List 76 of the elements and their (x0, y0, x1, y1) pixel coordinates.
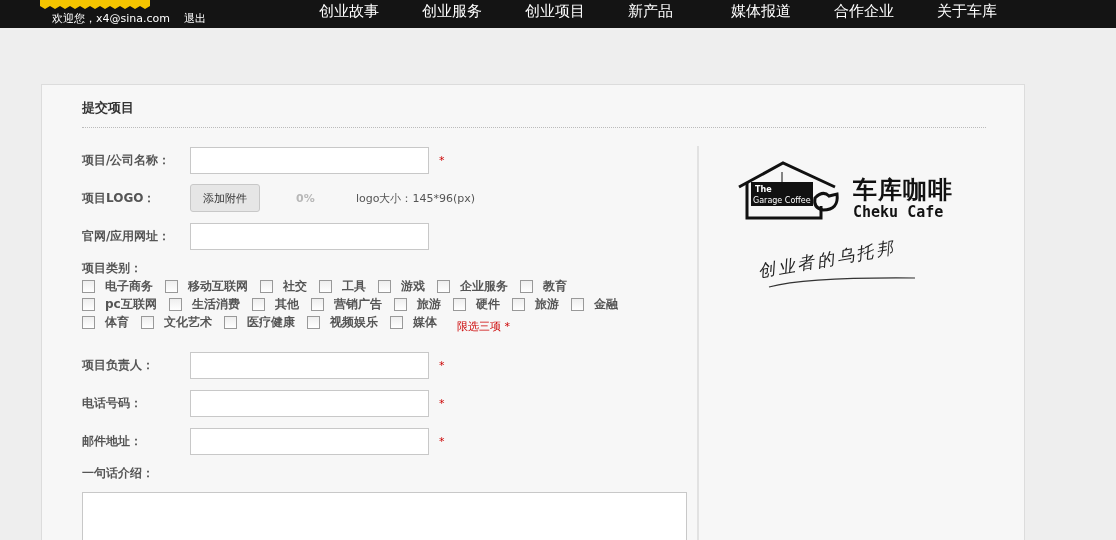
text-input-field[interactable] (190, 427, 429, 455)
field-label: 项目负责人： (82, 356, 155, 374)
checkbox[interactable] (520, 279, 533, 293)
checkbox-label: 游戏 (401, 277, 425, 295)
checkbox-label: 电子商务 (105, 277, 153, 295)
field-label: 一句话介绍： (82, 465, 155, 482)
field-label: 邮件地址： (82, 432, 143, 450)
nav-link[interactable]: 创业服务 (422, 0, 525, 28)
checkbox-label: 媒体 (413, 313, 437, 331)
field-label: 项目类别： (82, 260, 143, 277)
checkbox-label: 金融 (593, 295, 618, 313)
checkbox[interactable] (393, 297, 407, 311)
checkbox[interactable] (437, 279, 450, 293)
form-title: 提交项目 (82, 99, 986, 128)
checkbox-label: 教育 (543, 277, 567, 295)
text-input-field[interactable] (190, 146, 429, 174)
required-mark: * (439, 153, 445, 167)
checkbox[interactable] (511, 297, 525, 311)
checkbox[interactable] (224, 315, 237, 329)
text-input-field[interactable] (190, 222, 429, 250)
upload-progress-text: 0% (296, 191, 316, 205)
required-mark: * (439, 434, 445, 448)
checkbox[interactable] (310, 297, 324, 311)
nav-link[interactable]: 媒体报道 (731, 0, 834, 28)
field-label: 官网/应用网址： (82, 227, 172, 245)
checkbox[interactable] (141, 315, 154, 329)
checkbox-label: 旅游 (534, 295, 559, 313)
checkbox-label: 工具 (342, 277, 366, 295)
checkbox-label: 体育 (105, 313, 129, 331)
limit-note: 限选三项 * (457, 318, 510, 334)
brand-name: 车库咖啡 (853, 176, 953, 204)
checkbox-label: 医疗健康 (247, 313, 295, 331)
field-label: 项目LOGO： (82, 189, 157, 207)
add-attachment-button[interactable]: 添加附件 (190, 184, 260, 212)
checkbox-label: 生活消费 (191, 295, 240, 313)
checkbox[interactable] (251, 297, 265, 311)
logout-link[interactable]: 退出 (184, 11, 206, 27)
brand-slogan: 创业者的乌托邦 (756, 236, 898, 283)
checkbox-label: 移动互联网 (188, 277, 248, 295)
checkbox-label: 文化艺术 (164, 313, 212, 331)
field-label: 项目/公司名称： (82, 151, 172, 169)
nav-link[interactable]: 新产品 (628, 0, 731, 28)
checkbox-label: 旅游 (416, 295, 441, 313)
checkbox[interactable] (378, 279, 391, 293)
required-mark: * (439, 396, 445, 410)
zigzag-logo-icon (40, 0, 150, 9)
text-input-field[interactable] (190, 389, 429, 417)
checkbox[interactable] (165, 279, 178, 293)
nav-link[interactable]: 创业故事 (319, 0, 422, 28)
checkbox-label: 社交 (283, 277, 307, 295)
intro-textarea[interactable] (82, 492, 687, 540)
brand-name-english: Cheku Cafe (853, 204, 945, 220)
checkbox[interactable] (307, 315, 320, 329)
nav-link[interactable]: 创业项目 (525, 0, 628, 28)
checkbox[interactable] (452, 297, 466, 311)
greeting-text: 欢迎您，x4@sina.com (52, 11, 170, 27)
checkbox[interactable] (82, 315, 95, 329)
checkbox[interactable] (82, 297, 95, 311)
checkbox[interactable] (319, 279, 332, 293)
checkbox[interactable] (260, 279, 273, 293)
checkbox-label: 企业服务 (460, 277, 508, 295)
checkbox-label: 视频娱乐 (330, 313, 378, 331)
checkbox-label: 硬件 (475, 295, 500, 313)
checkbox[interactable] (570, 297, 584, 311)
nav-link[interactable]: 关于车库 (937, 0, 1040, 28)
checkbox-label: 其他 (274, 295, 299, 313)
checkbox[interactable] (390, 315, 403, 329)
checkbox-label: 营销广告 (333, 295, 382, 313)
text-input-field[interactable] (190, 351, 429, 379)
checkbox[interactable] (82, 279, 95, 293)
required-mark: * (439, 358, 445, 372)
logo-size-hint: logo大小：145*96(px) (356, 190, 476, 206)
checkbox[interactable] (168, 297, 182, 311)
checkbox-label: pc互联网 (105, 295, 157, 313)
field-label: 电话号码： (82, 394, 143, 412)
nav-link[interactable]: 合作企业 (834, 0, 937, 28)
